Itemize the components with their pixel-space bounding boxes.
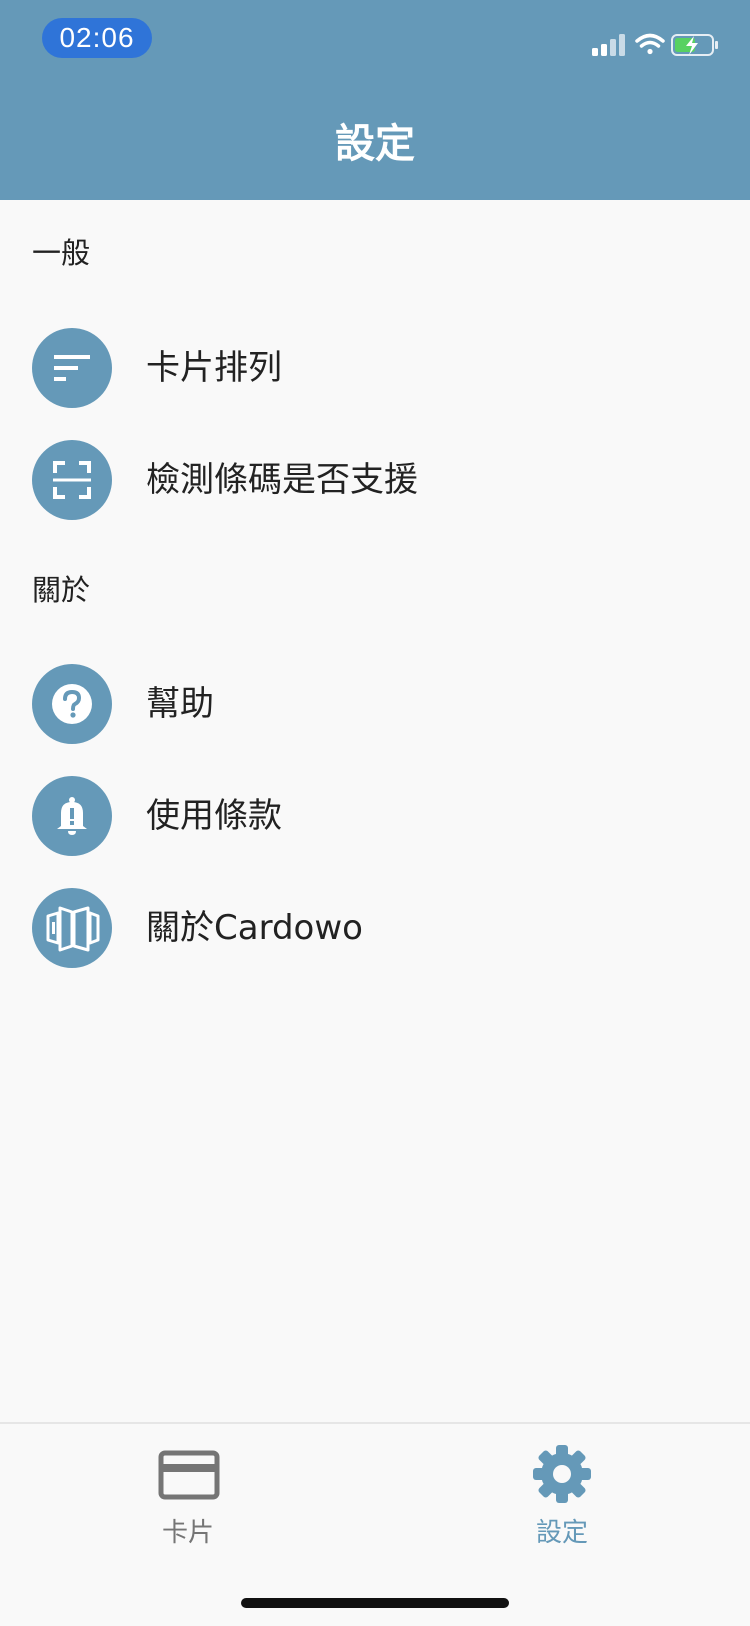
settings-item-about-cardowo[interactable]: 關於Cardowo bbox=[32, 887, 722, 969]
settings-item-label: 使用條款 bbox=[146, 796, 282, 836]
wifi-icon bbox=[635, 33, 665, 55]
settings-item-label: 檢測條碼是否支援 bbox=[146, 460, 418, 500]
sort-icon bbox=[32, 328, 112, 408]
status-icons bbox=[592, 30, 722, 60]
battery-charging-icon bbox=[671, 34, 718, 56]
help-icon bbox=[32, 664, 112, 744]
settings-item-label: 關於Cardowo bbox=[146, 908, 363, 948]
status-time: 02:06 bbox=[42, 18, 152, 58]
tab-label: 卡片 bbox=[161, 1518, 214, 1548]
settings-item-label: 幫助 bbox=[146, 684, 214, 724]
bottom-tab-bar: 卡片 設定 bbox=[0, 1422, 750, 1626]
scan-icon bbox=[32, 440, 112, 520]
tab-cards[interactable]: 卡片 bbox=[88, 1424, 288, 1564]
page-title: 設定 bbox=[335, 121, 415, 167]
settings-item-label: 卡片排列 bbox=[146, 348, 282, 388]
tab-label: 設定 bbox=[535, 1518, 588, 1548]
settings-item-help[interactable]: 幫助 bbox=[32, 663, 722, 745]
credit-card-icon bbox=[158, 1450, 220, 1500]
section-title-general: 一般 bbox=[32, 236, 91, 270]
signal-icon bbox=[592, 34, 625, 56]
cardowo-logo-icon bbox=[32, 888, 112, 968]
tab-settings[interactable]: 設定 bbox=[462, 1424, 662, 1564]
home-indicator bbox=[241, 1598, 509, 1608]
section-title-about: 關於 bbox=[32, 573, 91, 607]
app-header: 02:06 設定 bbox=[0, 0, 750, 200]
settings-item-card-sort[interactable]: 卡片排列 bbox=[32, 327, 722, 409]
gear-icon bbox=[533, 1445, 591, 1503]
settings-item-barcode-check[interactable]: 檢測條碼是否支援 bbox=[32, 439, 722, 521]
bell-alert-icon bbox=[32, 776, 112, 856]
settings-item-terms[interactable]: 使用條款 bbox=[32, 775, 722, 857]
